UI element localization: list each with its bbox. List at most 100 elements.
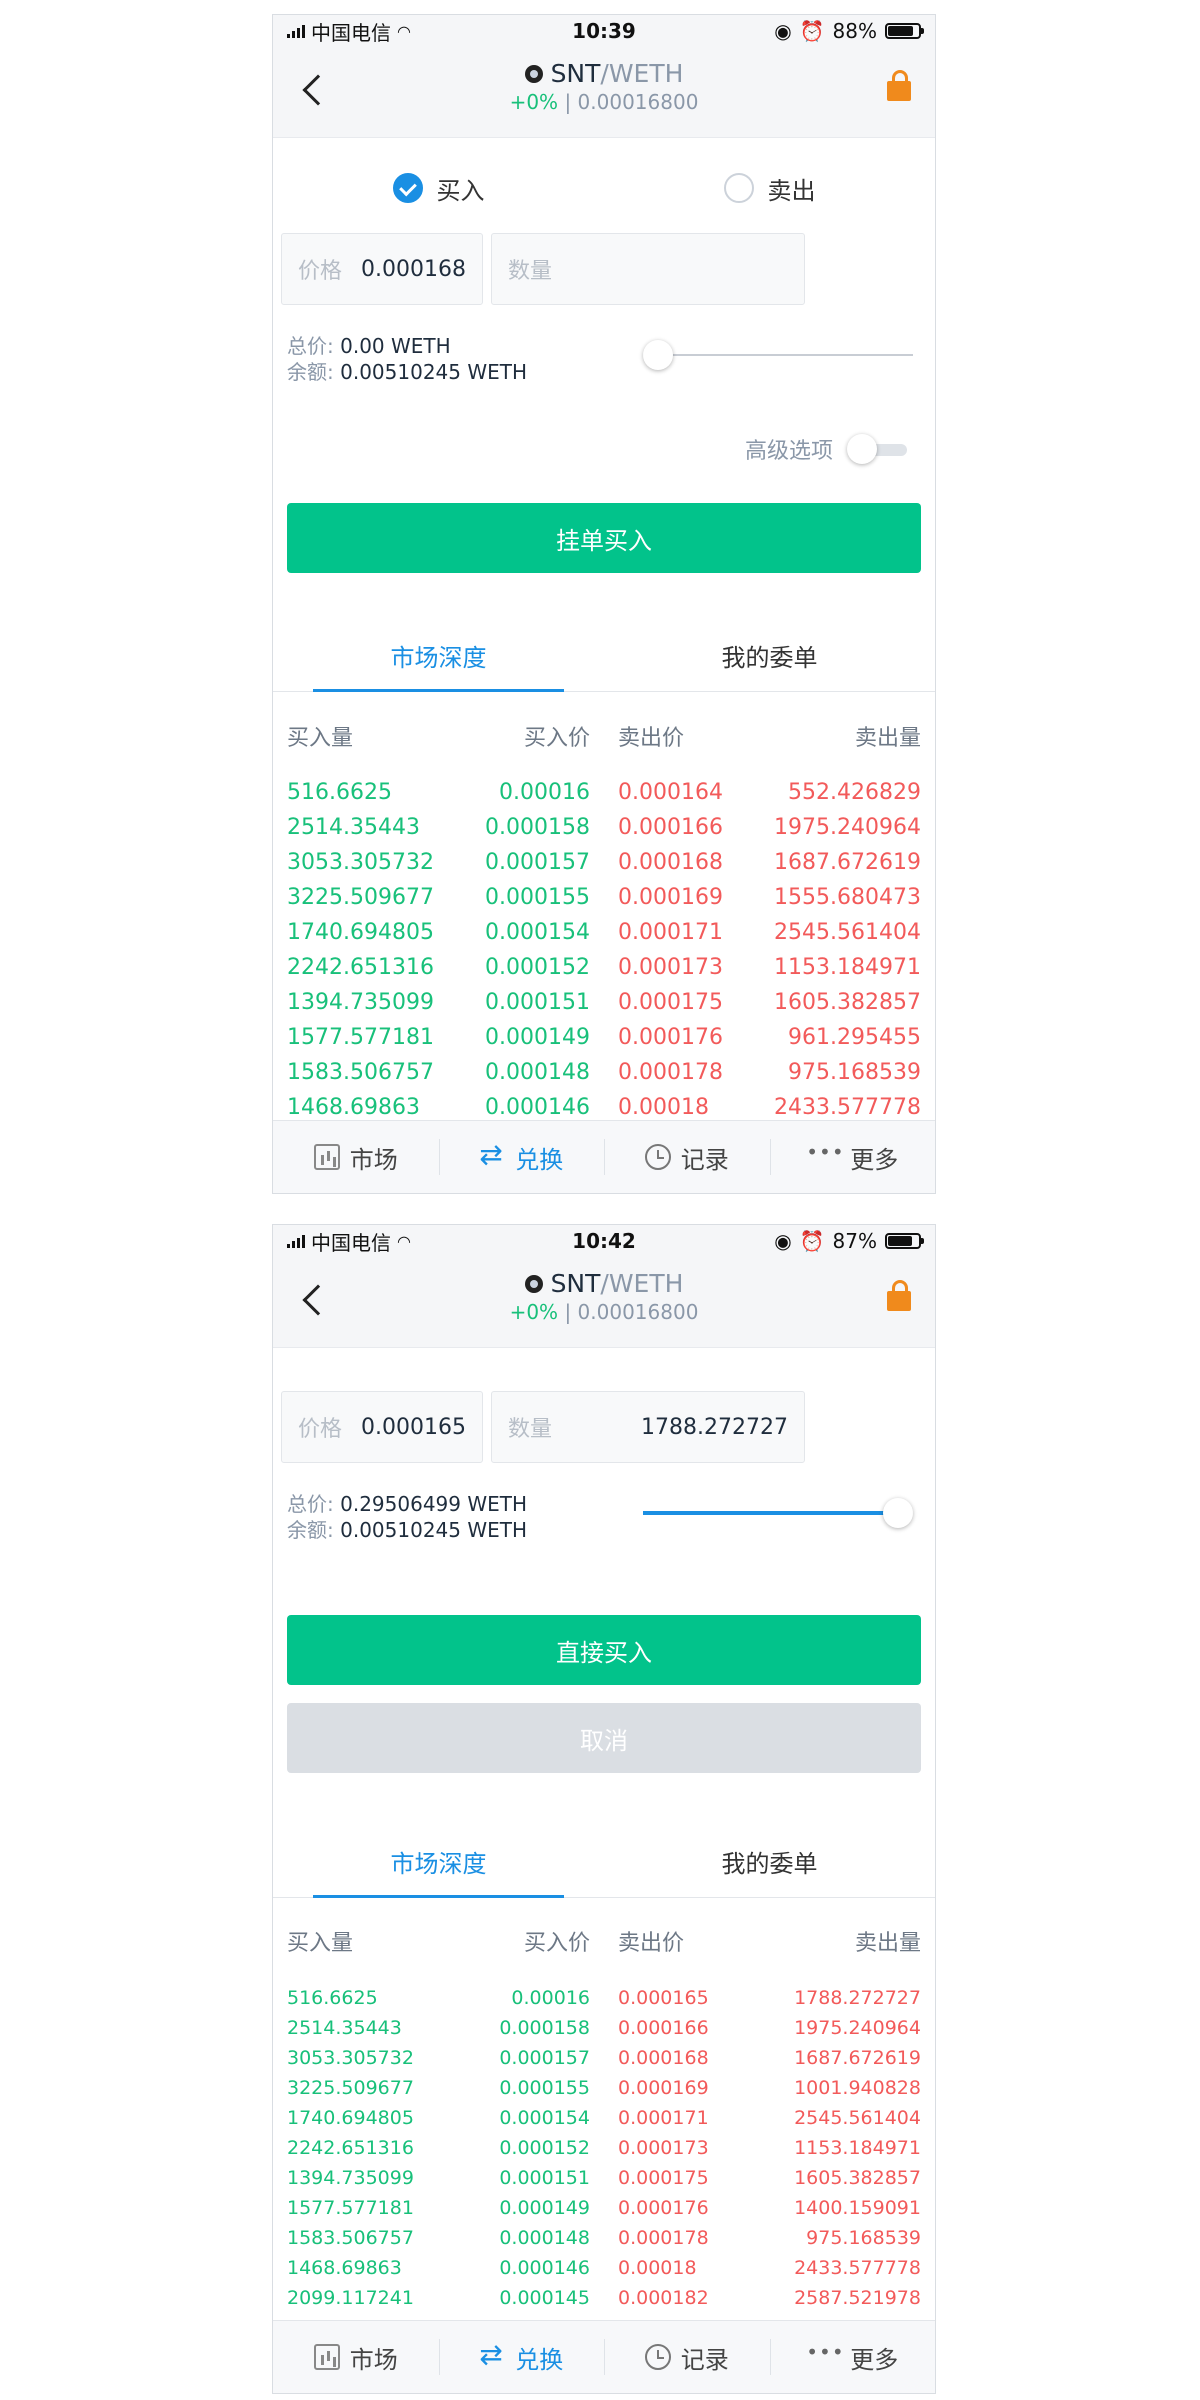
depth-row[interactable]: 1740.694805 0.000154 0.000171 2545.561404	[287, 915, 921, 950]
buy-price-cell: 0.000157	[499, 2047, 590, 2069]
tabbar-exchange[interactable]: 兑换	[438, 2321, 605, 2393]
depth-row[interactable]: 2099.117241 0.000145 0.000182 2587.521978	[287, 2283, 921, 2313]
tab-my-orders[interactable]: 我的委单	[604, 1825, 935, 1897]
buy-price-cell: 0.000158	[499, 2017, 590, 2039]
alarm-icon: ⏰	[799, 19, 825, 43]
radio-sell[interactable]: 卖出	[604, 163, 935, 213]
depth-row[interactable]: 1577.577181 0.000149 0.000176 961.295455	[287, 1020, 921, 1055]
battery-percent: 88%	[832, 19, 877, 43]
tabbar-records-label: 记录	[680, 1145, 729, 1174]
slider-fill	[643, 1511, 898, 1515]
depth-row[interactable]: 1394.735099 0.000151 0.000175 1605.382857	[287, 2163, 921, 2193]
sell-qty-cell: 1400.159091	[794, 2197, 921, 2219]
depth-row[interactable]: 2514.35443 0.000158 0.000166 1975.240964	[287, 810, 921, 845]
battery-icon	[885, 1233, 924, 1249]
tab-market-depth[interactable]: 市场深度	[273, 1825, 604, 1898]
sell-qty-cell: 2587.521978	[794, 2287, 921, 2309]
tabbar-market[interactable]: 市场	[273, 2321, 439, 2393]
depth-row[interactable]: 2514.35443 0.000158 0.000166 1975.240964	[287, 2013, 921, 2043]
market-buy-button[interactable]: 直接买入	[287, 1615, 921, 1685]
tabbar-records-label: 记录	[680, 2345, 729, 2374]
sell-qty-cell: 975.168539	[806, 2227, 921, 2249]
depth-row[interactable]: 1468.69863 0.000146 0.00018 2433.577778	[287, 2253, 921, 2283]
pair-base: SNT	[550, 1269, 601, 1298]
tabbar-records[interactable]: 记录	[604, 2321, 770, 2393]
unchecked-circle-icon	[723, 173, 754, 203]
sell-price-cell: 0.00018	[618, 1095, 709, 1120]
sell-qty-cell: 1001.940828	[794, 2077, 921, 2099]
sell-qty-cell: 552.426829	[788, 780, 921, 805]
buy-qty-cell: 2514.35443	[287, 2017, 402, 2039]
depth-row[interactable]: 2242.651316 0.000152 0.000173 1153.184971	[287, 2133, 921, 2163]
sell-qty-cell: 2433.577778	[774, 1095, 921, 1120]
depth-row[interactable]: 3053.305732 0.000157 0.000168 1687.672619	[287, 2043, 921, 2073]
buy-qty-cell: 1468.69863	[287, 2257, 402, 2279]
signal-icon	[287, 24, 305, 38]
buy-price-cell: 0.000149	[499, 2197, 590, 2219]
depth-row[interactable]: 1577.577181 0.000149 0.000176 1400.159091	[287, 2193, 921, 2223]
tabbar-exchange[interactable]: 兑换	[438, 1121, 605, 1193]
tabbar-market[interactable]: 市场	[273, 1121, 439, 1193]
sell-price-cell: 0.000175	[618, 2167, 709, 2189]
depth-row[interactable]: 2242.651316 0.000152 0.000173 1153.184971	[287, 950, 921, 985]
sell-price-cell: 0.000164	[618, 780, 723, 805]
sell-price-cell: 0.000168	[618, 850, 723, 875]
sell-qty-cell: 2545.561404	[794, 2107, 921, 2129]
cancel-button[interactable]: 取消	[287, 1703, 921, 1773]
lock-icon[interactable]	[887, 70, 911, 101]
signal-icon	[287, 1234, 305, 1248]
radio-buy[interactable]: 买入	[273, 163, 604, 213]
last-price: | 0.00016800	[564, 90, 699, 114]
sell-qty-cell: 1687.672619	[774, 850, 921, 875]
status-bar: 中国电信 ◠ 10:39 ◉ ⏰ 88%	[273, 15, 935, 47]
buy-price-cell: 0.000157	[485, 850, 590, 875]
quantity-value: 1788.272727	[641, 1414, 788, 1440]
place-limit-buy-button[interactable]: 挂单买入	[287, 503, 921, 573]
alarm-icon: ⏰	[799, 1229, 825, 1253]
quantity-field[interactable]: 数量	[491, 233, 805, 305]
depth-row[interactable]: 3053.305732 0.000157 0.000168 1687.672619	[287, 845, 921, 880]
battery-percent: 87%	[832, 1229, 877, 1253]
depth-row[interactable]: 3225.509677 0.000155 0.000169 1001.940828	[287, 2073, 921, 2103]
balance-value: 0.00510245 WETH	[340, 360, 528, 384]
tab-my-orders[interactable]: 我的委单	[604, 619, 935, 691]
sell-qty-cell: 1605.382857	[794, 2167, 921, 2189]
sell-price-cell: 0.000173	[618, 955, 723, 980]
depth-row[interactable]: 1740.694805 0.000154 0.000171 2545.561404	[287, 2103, 921, 2133]
battery-fill	[888, 26, 913, 36]
depth-row[interactable]: 516.6625 0.00016 0.000164 552.426829	[287, 775, 921, 810]
slider-knob[interactable]	[643, 340, 673, 370]
nav-bar: SNT/WETH +0% | 0.00016800	[273, 1257, 935, 1348]
advanced-toggle[interactable]	[847, 434, 907, 464]
radio-buy-label: 买入	[436, 176, 485, 205]
depth-row[interactable]: 1583.506757 0.000148 0.000178 975.168539	[287, 1055, 921, 1090]
sell-qty-cell: 1605.382857	[774, 990, 921, 1015]
tab-market-depth[interactable]: 市场深度	[273, 619, 604, 692]
sell-price-cell: 0.000173	[618, 2137, 709, 2159]
amount-slider[interactable]	[643, 1498, 913, 1528]
screen-market-buy: 中国电信 ◠ 10:42 ◉ ⏰ 87% SNT/WETH +0% | 0.00…	[272, 1224, 936, 2394]
amount-slider[interactable]	[643, 340, 913, 370]
price-field[interactable]: 价格 0.000165	[281, 1391, 483, 1463]
depth-row[interactable]: 516.6625 0.00016 0.000165 1788.272727	[287, 1983, 921, 2013]
tabbar-more[interactable]: 更多	[769, 2321, 936, 2393]
quantity-placeholder: 数量	[508, 259, 553, 284]
tabbar-more[interactable]: 更多	[769, 1121, 936, 1193]
slider-knob[interactable]	[883, 1498, 913, 1528]
total-label: 总价:	[287, 1492, 334, 1516]
lock-icon[interactable]	[887, 1280, 911, 1311]
depth-row[interactable]: 1394.735099 0.000151 0.000175 1605.382857	[287, 985, 921, 1020]
quantity-field[interactable]: 数量 1788.272727	[491, 1391, 805, 1463]
sell-qty-cell: 2545.561404	[774, 920, 921, 945]
wifi-icon: ◠	[397, 21, 411, 41]
depth-row[interactable]: 1468.69863 0.000146 0.00018 2433.577778	[287, 1090, 921, 1123]
buy-qty-cell: 1468.69863	[287, 1095, 420, 1120]
tabbar-records[interactable]: 记录	[604, 1121, 770, 1193]
price-placeholder: 价格	[298, 1417, 343, 1442]
depth-row[interactable]: 3225.509677 0.000155 0.000169 1555.680473	[287, 880, 921, 915]
depth-row[interactable]: 1583.506757 0.000148 0.000178 975.168539	[287, 2223, 921, 2253]
sell-price-cell: 0.000166	[618, 2017, 709, 2039]
price-field[interactable]: 价格 0.000168	[281, 233, 483, 305]
buy-qty-cell: 516.6625	[287, 780, 392, 805]
pair-title: SNT/WETH +0% | 0.00016800	[273, 59, 935, 114]
